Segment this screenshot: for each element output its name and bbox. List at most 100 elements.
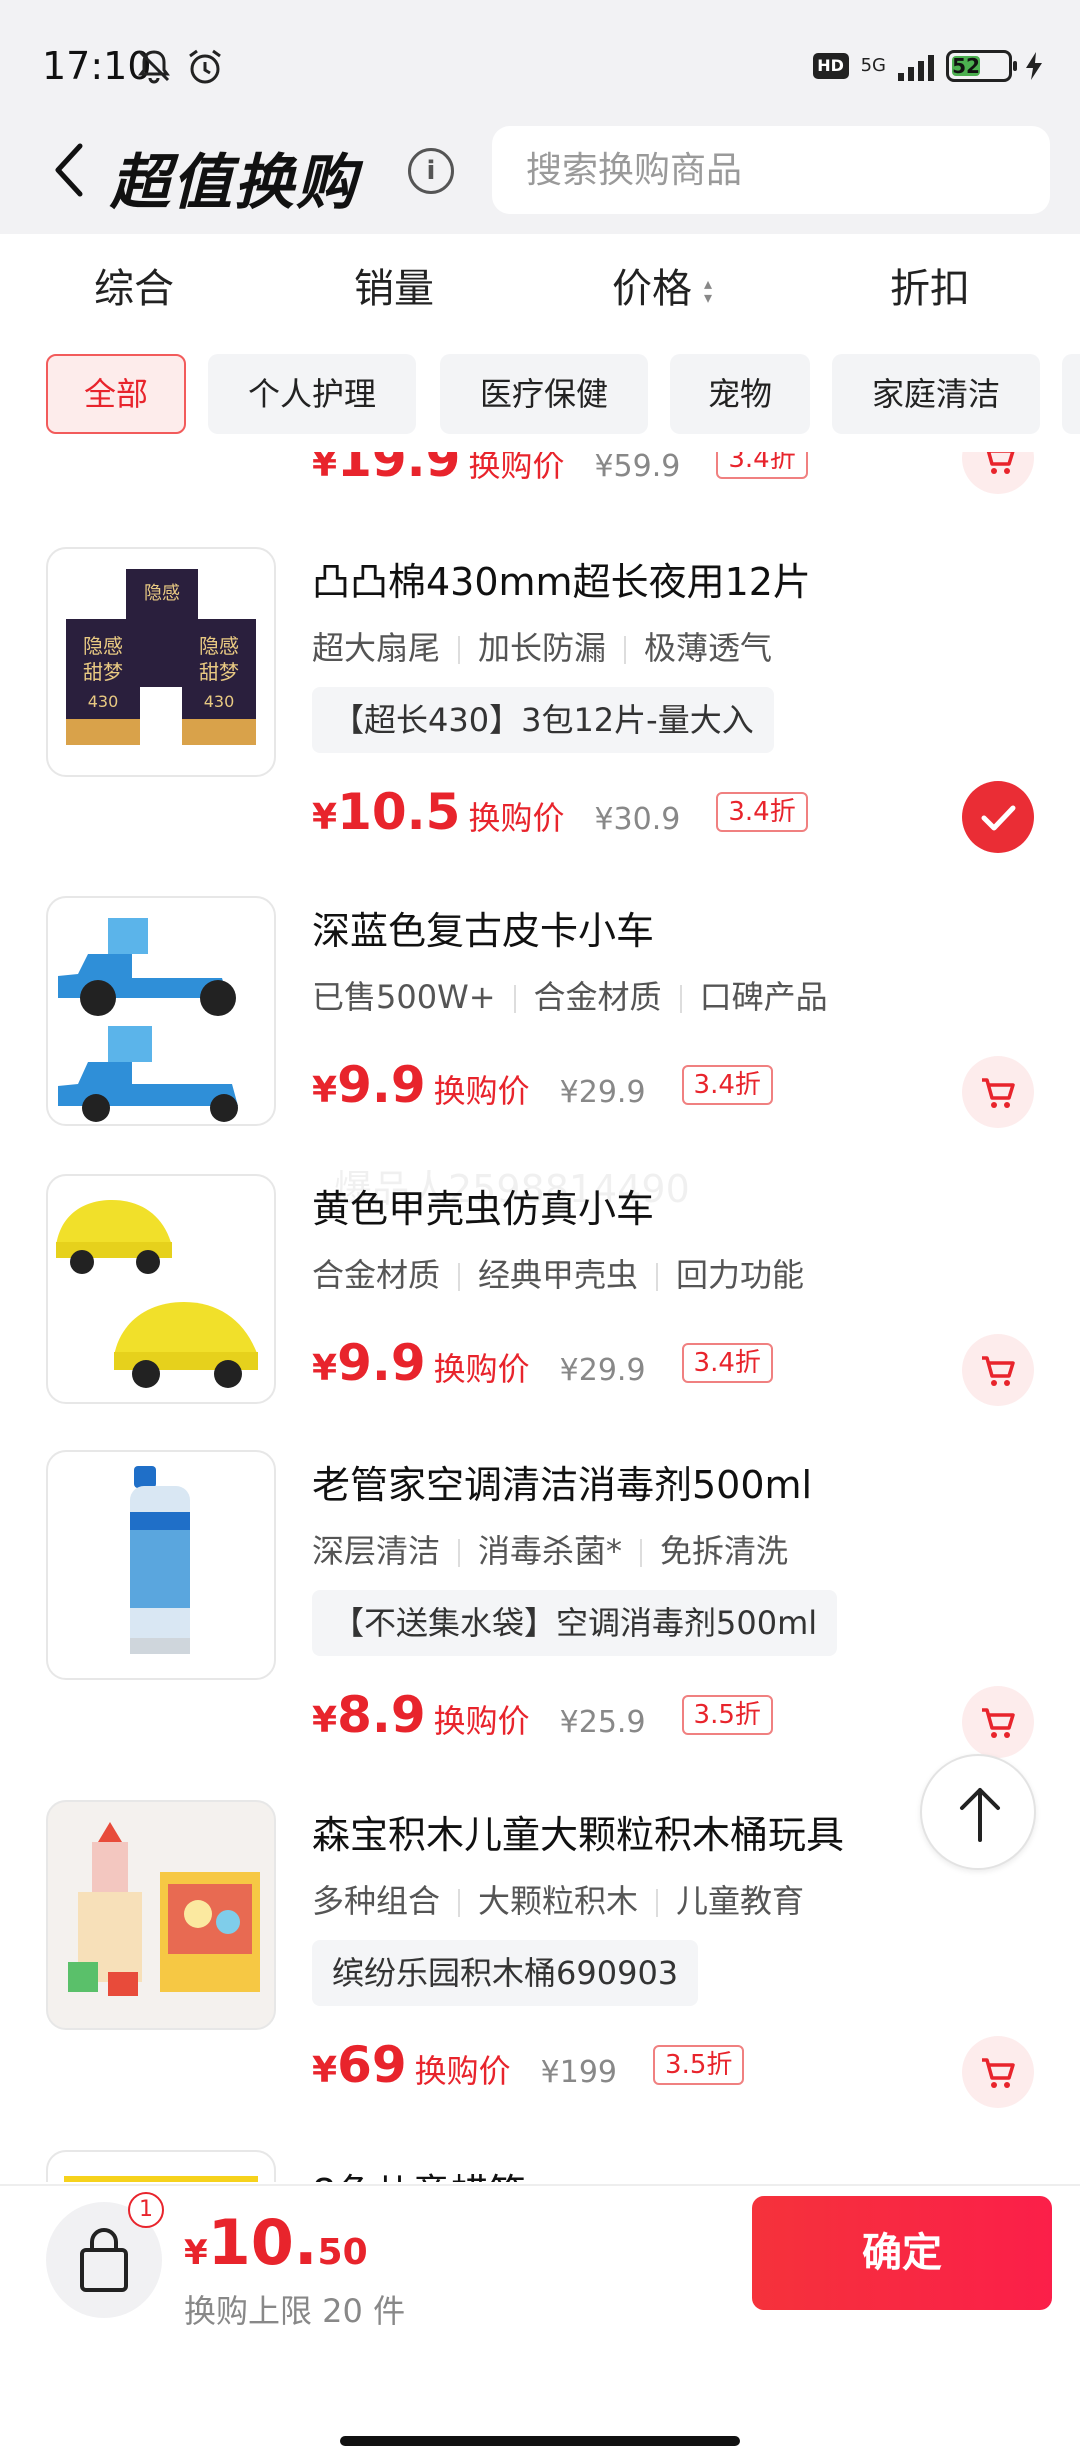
status-right: HD 5G 52 <box>812 50 1044 82</box>
product-tag: 免拆清洗 <box>660 1532 789 1570</box>
product-tag: 深层清洁 <box>312 1532 441 1570</box>
cart-icon <box>986 452 1015 474</box>
product-tag: 回力功能 <box>676 1256 805 1294</box>
category-bar: 全部 个人护理 医疗保健 宠物 家庭清洁 <box>0 342 1080 452</box>
price-currency: ¥ <box>312 1700 338 1741</box>
discount-badge: 3.4折 <box>681 1343 773 1383</box>
svg-text:隐感: 隐感 <box>83 634 123 658</box>
add-to-cart-button[interactable] <box>962 1056 1034 1128</box>
product-tag: 合金材质 <box>312 1256 441 1294</box>
price-value: 9.9 <box>337 1334 426 1392</box>
product-tags: 多种组合 大颗粒积木 儿童教育 <box>312 1876 804 1922</box>
product-tag: 口碑产品 <box>699 978 828 1016</box>
product-tag: 大颗粒积木 <box>478 1882 639 1920</box>
price-value: 69 <box>337 2036 407 2094</box>
price-currency: ¥ <box>312 797 338 838</box>
sort-bar: 综合 销量 价格 ▴ ▾ 折扣 <box>0 234 1080 342</box>
product-tag: 儿童教育 <box>676 1882 805 1920</box>
price-currency: ¥ <box>312 1070 338 1111</box>
product-spec[interactable]: 缤纷乐园积木桶690903 <box>312 1940 699 2006</box>
product-tag: 多种组合 <box>312 1882 441 1920</box>
product-title: 8色儿童蜡笔 <box>312 2162 526 2182</box>
svg-text:甜梦: 甜梦 <box>199 660 239 684</box>
back-arrow-icon[interactable] <box>44 140 94 200</box>
price-value: 10.5 <box>337 783 461 841</box>
product-thumbnail <box>46 1450 276 1680</box>
exchange-limit: 换购上限 20 件 <box>184 2292 406 2330</box>
svg-text:甜梦: 甜梦 <box>83 660 123 684</box>
discount-badge: 3.4折 <box>716 452 808 479</box>
category-chip-personal-care[interactable]: 个人护理 <box>208 354 416 434</box>
price-value: 19.9 <box>337 452 461 488</box>
price-label: 换购价 <box>414 2052 511 2090</box>
search-input[interactable] <box>492 126 1050 214</box>
product-tag: 合金材质 <box>533 978 662 1016</box>
discount-badge: 3.5折 <box>681 1695 773 1735</box>
product-tag: 超大扇尾 <box>312 629 441 667</box>
header: 超值换购 i <box>0 110 1080 234</box>
info-icon[interactable]: i <box>408 148 454 194</box>
original-price: ¥29.9 <box>559 1353 646 1388</box>
product-tag: 加长防漏 <box>478 629 607 667</box>
home-indicator[interactable] <box>340 2436 740 2446</box>
selected-checkbox[interactable] <box>962 781 1034 853</box>
product-title: 深蓝色复古皮卡小车 <box>312 909 655 953</box>
category-chip-pets[interactable]: 宠物 <box>670 354 810 434</box>
product-title: 凸凸棉430mm超长夜用12片 <box>312 560 811 604</box>
product-list: ¥ 19.9 换购价 ¥59.9 3.4折 隐感 隐感 甜梦 隐感 甜梦 430… <box>0 452 1080 2182</box>
svg-text:隐感: 隐感 <box>199 634 239 658</box>
product-spec[interactable]: 【不送集水袋】空调消毒剂500ml <box>312 1590 838 1656</box>
original-price: ¥25.9 <box>559 1705 646 1740</box>
cart-icon <box>982 1708 1015 1738</box>
price-value: 8.9 <box>337 1686 426 1744</box>
product-tag: 消毒杀菌* <box>478 1532 623 1570</box>
confirm-button[interactable]: 确定 <box>752 2196 1052 2310</box>
arrow-up-icon <box>960 1788 1000 1842</box>
add-to-cart-button[interactable] <box>962 452 1034 494</box>
price-value: 9.9 <box>337 1056 426 1114</box>
sort-tab-sales[interactable]: 销量 <box>354 256 434 314</box>
product-tags: 深层清洁 消毒杀菌* 免拆清洗 <box>312 1526 788 1572</box>
product-tags: 已售500W+ 合金材质 口碑产品 <box>312 972 828 1018</box>
hd-badge: HD <box>812 53 849 79</box>
add-to-cart-button[interactable] <box>962 1686 1034 1758</box>
category-chip-healthcare[interactable]: 医疗保健 <box>440 354 648 434</box>
bag-count-badge: 1 <box>128 2192 164 2228</box>
product-title: 老管家空调清洁消毒剂500ml <box>312 1463 813 1507</box>
add-to-cart-button[interactable] <box>962 1334 1034 1406</box>
price-currency: ¥ <box>312 1348 338 1389</box>
original-price: ¥59.9 <box>594 452 681 484</box>
discount-badge: 3.4折 <box>681 1065 773 1105</box>
original-price: ¥199 <box>540 2055 618 2090</box>
product-tag: 已售500W+ <box>312 978 496 1016</box>
check-icon <box>981 805 1016 831</box>
price-currency: ¥ <box>312 452 338 485</box>
add-to-cart-button[interactable] <box>962 2036 1034 2108</box>
svg-text:430: 430 <box>88 692 119 711</box>
sort-tab-comprehensive[interactable]: 综合 <box>94 256 174 314</box>
back-to-top-button[interactable] <box>920 1754 1036 1870</box>
page-title: 超值换购 <box>110 148 358 218</box>
price-label: 换购价 <box>468 799 565 837</box>
original-price: ¥29.9 <box>559 1075 646 1110</box>
sort-tab-price-label: 价格 <box>612 266 692 312</box>
category-chip-home-cleaning[interactable]: 家庭清洁 <box>832 354 1040 434</box>
product-spec[interactable]: 【超长430】3包12片-量大入 <box>312 687 774 753</box>
network-type: 5G <box>860 55 886 76</box>
battery-icon: 52 <box>946 50 1017 82</box>
product-thumbnail <box>46 1174 276 1404</box>
sort-toggle-icon: ▴ ▾ <box>703 274 713 307</box>
svg-text:隐感: 隐感 <box>144 583 180 604</box>
price-label: 换购价 <box>468 452 565 484</box>
original-price: ¥30.9 <box>594 802 681 837</box>
sort-tab-price[interactable]: 价格 ▴ ▾ <box>612 256 718 314</box>
watermark: 爆品人2598814490 <box>334 1167 690 1211</box>
category-chip-more[interactable] <box>1062 354 1080 434</box>
charging-icon <box>1026 52 1042 80</box>
price-row: ¥ 69 换购价 ¥199 3.5折 <box>312 2036 745 2094</box>
search-box[interactable] <box>492 126 1050 214</box>
product-thumbnail <box>46 896 276 1126</box>
sort-tab-discount[interactable]: 折扣 <box>890 256 970 314</box>
category-chip-all[interactable]: 全部 <box>46 354 186 434</box>
bottom-bar: 1 ¥ 10. 50 换购上限 20 件 确定 <box>0 2184 1080 2460</box>
